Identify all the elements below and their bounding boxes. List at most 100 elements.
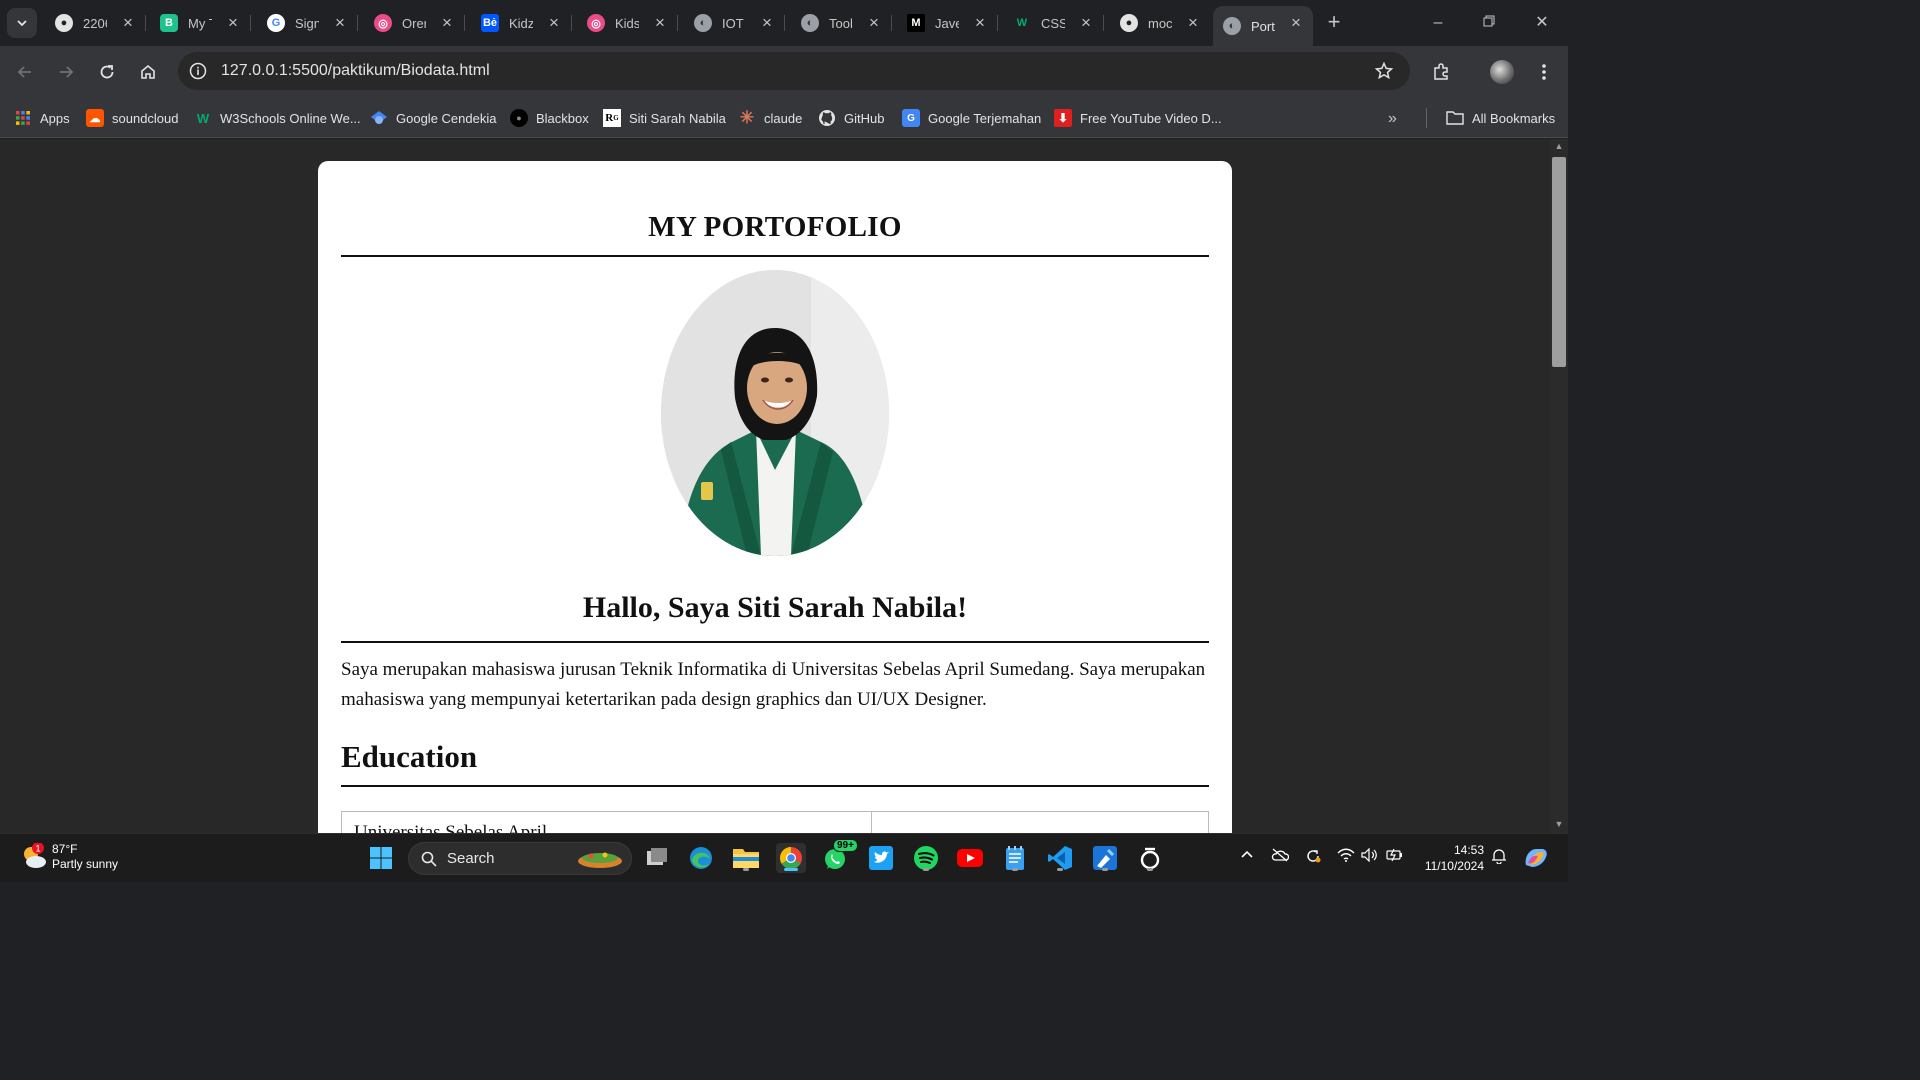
education-heading: Education (341, 739, 1209, 787)
bookmark-siti-sarah-nabila[interactable]: RG Siti Sarah Nabila (603, 104, 726, 132)
scroll-up-arrow-icon[interactable]: ▲ (1554, 141, 1564, 151)
reload-button[interactable] (93, 58, 121, 86)
tab-sign[interactable]: G Sign × (257, 6, 358, 40)
close-tab-icon[interactable]: × (331, 14, 349, 32)
arrow-right-icon (60, 66, 74, 78)
copilot-icon[interactable] (1522, 845, 1550, 874)
tab-iot-i[interactable]: ◐ IOT I × (684, 6, 785, 40)
close-tab-icon[interactable]: × (119, 14, 137, 32)
bookmark-star-icon[interactable] (1374, 61, 1394, 86)
bookmarks-overflow-button[interactable]: » (1388, 110, 1397, 128)
notification-bell-icon[interactable] (1491, 848, 1507, 867)
tab-javel[interactable]: M Javel × (897, 6, 998, 40)
github-icon: ● (1120, 14, 1138, 32)
tab-tooli[interactable]: ◐ Tooli × (791, 6, 892, 40)
bookmark-claude[interactable]: ✳ claude (738, 104, 802, 132)
close-tab-icon[interactable]: × (1184, 14, 1202, 32)
page-scrollbar[interactable]: ▲ ▼ (1550, 139, 1568, 833)
close-tab-icon[interactable]: × (971, 14, 989, 32)
back-button[interactable] (11, 58, 39, 86)
bookmark-label: W3Schools Online We... (220, 110, 361, 126)
volume-tray-icon[interactable] (1361, 847, 1379, 865)
tab-css[interactable]: W CSS × (1003, 6, 1104, 40)
new-tab-button[interactable]: + (1322, 10, 1346, 34)
tab-kids[interactable]: ◎ Kids × (577, 6, 678, 40)
forward-button[interactable] (52, 58, 80, 86)
chrome-button[interactable] (776, 843, 806, 873)
vscode-button[interactable] (1045, 843, 1075, 873)
close-window-button[interactable]: ✕ (1527, 8, 1557, 38)
sync-tray-icon[interactable] (1305, 848, 1321, 867)
weather-badge: 1 (35, 844, 40, 854)
notepad-button[interactable] (1000, 843, 1030, 873)
dribbble-icon: ◎ (587, 14, 605, 32)
tab-title: Sign (295, 15, 319, 31)
bookmark-github[interactable]: GitHub (818, 104, 884, 132)
youtube-button[interactable] (955, 843, 985, 873)
globe-icon: ◐ (801, 14, 819, 32)
edge-button[interactable] (686, 843, 716, 873)
all-bookmarks-button[interactable]: All Bookmarks (1446, 104, 1555, 132)
wifi-tray-icon[interactable] (1337, 848, 1355, 865)
bookmark-soundcloud[interactable]: ☁ soundcloud (86, 104, 179, 132)
close-tab-icon[interactable]: × (651, 14, 669, 32)
address-bar[interactable]: 127.0.0.1:5500/paktikum/Biodata.html (178, 52, 1410, 90)
taskbar-search[interactable]: Search (408, 842, 632, 875)
tab-my-t[interactable]: B My T × (150, 6, 251, 40)
battery-tray-icon[interactable] (1386, 848, 1404, 865)
close-tab-icon[interactable]: × (545, 14, 563, 32)
education-table: Universitas Sebelas April ... (341, 811, 1209, 833)
app-launcher-button[interactable] (1135, 843, 1165, 873)
spotify-button[interactable] (911, 843, 941, 873)
close-tab-icon[interactable]: × (1287, 14, 1305, 32)
weather-widget[interactable]: 1 87°F Partly sunny (20, 842, 118, 872)
task-view-button[interactable] (642, 843, 672, 873)
file-explorer-button[interactable] (731, 843, 761, 873)
education-school-cell: Universitas Sebelas April (341, 811, 872, 833)
whatsapp-button[interactable]: 99+ (821, 839, 858, 873)
twitter-button[interactable] (866, 843, 896, 873)
close-tab-icon[interactable]: × (1077, 14, 1095, 32)
tab-search-button[interactable] (7, 8, 37, 38)
search-label: Search (447, 850, 495, 867)
globe-icon: ◐ (1223, 17, 1241, 35)
close-tab-icon[interactable]: × (758, 14, 776, 32)
bookmark-free-youtube-video[interactable]: ⬇ Free YouTube Video D... (1054, 104, 1222, 132)
education-year-cell: ... (871, 811, 1209, 833)
paint-button[interactable] (1090, 843, 1120, 873)
tab-orer[interactable]: ◎ Orer × (364, 6, 465, 40)
taskbar: 1 87°F Partly sunny Search 99+ 14:53 11/… (0, 833, 1568, 882)
tab-kidz[interactable]: Bė Kidz × (471, 6, 572, 40)
bookmark-google-terjemahan[interactable]: G Google Terjemahan (902, 104, 1041, 132)
taskbar-clock[interactable]: 14:53 11/10/2024 (1416, 842, 1484, 874)
tab-moc[interactable]: ● moc × (1110, 6, 1210, 40)
site-info-icon[interactable] (188, 61, 208, 86)
bookmark-label: Apps (40, 110, 70, 126)
browser-toolbar: 127.0.0.1:5500/paktikum/Biodata.html (0, 46, 1568, 98)
start-button[interactable] (366, 843, 396, 873)
home-button[interactable] (134, 58, 162, 86)
minimize-button[interactable]: – (1423, 8, 1453, 38)
address-url[interactable]: 127.0.0.1:5500/paktikum/Biodata.html (221, 62, 490, 80)
onedrive-tray-icon[interactable] (1271, 848, 1290, 865)
profile-button[interactable] (1488, 58, 1516, 86)
browser-menu-button[interactable] (1530, 58, 1558, 86)
tray-overflow-button[interactable] (1240, 848, 1254, 865)
close-tab-icon[interactable]: × (438, 14, 456, 32)
bookmark-blackbox[interactable]: ● Blackbox (510, 104, 589, 132)
windows-icon (370, 847, 392, 869)
scroll-down-arrow-icon[interactable]: ▼ (1554, 819, 1564, 829)
bookmarks-divider (1426, 108, 1427, 128)
tab-2206[interactable]: ● 2206 × (45, 6, 146, 40)
restore-button[interactable] (1474, 8, 1504, 38)
close-tab-icon[interactable]: × (224, 14, 242, 32)
tab-separator (250, 15, 251, 31)
bookmark-w3schools[interactable]: W W3Schools Online We... (194, 104, 361, 132)
close-tab-icon[interactable]: × (865, 14, 883, 32)
tab-porti[interactable]: ◐ Porti × (1213, 6, 1313, 46)
extensions-button[interactable] (1427, 58, 1455, 86)
bookmark-google-cendekia[interactable]: Google Cendekia (370, 104, 496, 132)
bookmark-apps[interactable]: Apps (14, 104, 70, 132)
github-icon: ● (55, 14, 73, 32)
scrollbar-thumb[interactable] (1552, 157, 1566, 367)
